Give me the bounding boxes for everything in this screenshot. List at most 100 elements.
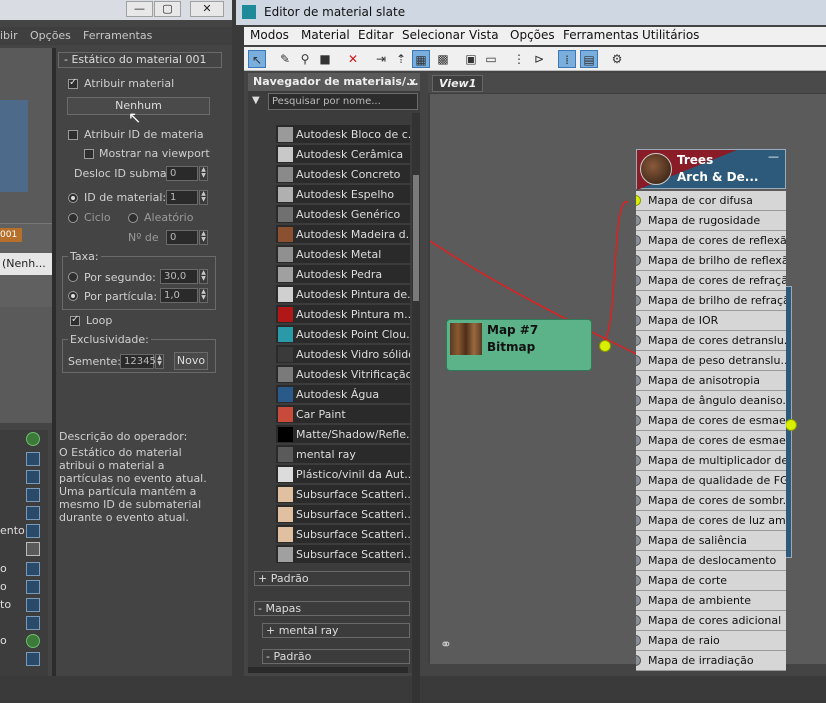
per-second-field[interactable]: 30,0	[160, 269, 198, 284]
rollout-title[interactable]: - Estático do material 001	[58, 52, 222, 68]
map-slot[interactable]: Mapa de cores de esmae...	[636, 411, 786, 431]
slot-socket[interactable]	[636, 435, 641, 446]
slot-socket[interactable]	[636, 655, 641, 666]
output-socket[interactable]	[785, 419, 797, 431]
slot-socket[interactable]	[636, 335, 641, 346]
operator-icon[interactable]	[26, 524, 40, 538]
operator-icon[interactable]	[26, 562, 40, 576]
slot-socket[interactable]	[636, 215, 641, 226]
slot-socket[interactable]	[636, 315, 641, 326]
particle-graph[interactable]: 001 (Nenh...	[0, 48, 52, 423]
binoculars-icon[interactable]: ⚭	[440, 637, 452, 653]
map-slot[interactable]: Mapa de cores de esmae...	[636, 431, 786, 451]
list-item[interactable]: Car Paint	[276, 405, 410, 424]
assign-id-checkbox[interactable]	[68, 130, 78, 140]
group-mapas[interactable]: - Mapas	[254, 601, 410, 616]
put-to-scene-icon[interactable]: ⚲	[296, 50, 314, 68]
map-slot[interactable]: Mapa de cores detranslu...	[636, 331, 786, 351]
operator-icon[interactable]	[26, 580, 40, 594]
loop-checkbox[interactable]	[70, 314, 80, 326]
operator-icon[interactable]	[26, 488, 40, 502]
minimize-button[interactable]: —	[126, 1, 153, 17]
list-item[interactable]: Autodesk Vitrificação	[276, 365, 410, 384]
per-particle-radio[interactable]	[68, 291, 78, 301]
map-slot[interactable]: Mapa de irradiação	[636, 651, 786, 671]
list-item[interactable]: Autodesk Água	[276, 385, 410, 404]
per-second-radio[interactable]	[68, 272, 78, 282]
list-item[interactable]: mental ray	[276, 445, 410, 464]
binoculars-toolbar-icon[interactable]: ⚙	[608, 50, 626, 68]
slot-socket[interactable]	[636, 275, 641, 286]
slot-socket[interactable]	[636, 375, 641, 386]
slot-socket[interactable]	[636, 195, 641, 206]
list-item[interactable]: Subsurface Scatteri...	[276, 525, 410, 544]
browser-title[interactable]: Navegador de materiais/... x	[248, 73, 420, 91]
slot-socket[interactable]	[636, 475, 641, 486]
seed-field[interactable]: 12345	[120, 354, 156, 369]
menu-opcoes[interactable]: Opções	[510, 28, 555, 42]
operator-icon[interactable]	[26, 634, 40, 648]
list-item[interactable]: Autodesk Pedra	[276, 265, 410, 284]
list-item[interactable]: Subsurface Scatteri...	[276, 545, 410, 564]
map-slot[interactable]: Mapa de anisotropia	[636, 371, 786, 391]
checker-background-icon[interactable]: ▦	[412, 50, 430, 68]
menu-ferramentas[interactable]: Ferramentas	[563, 28, 639, 42]
menu-ferramentas[interactable]: Ferramentas	[83, 29, 152, 42]
map-slot[interactable]: Mapa de rugosidade	[636, 211, 786, 231]
node-canvas[interactable]: Map #7 Bitmap Trees Arch & De... — Mapa …	[430, 94, 826, 671]
operator-icon[interactable]	[26, 506, 40, 520]
map-slot[interactable]: Mapa de qualidade de FG	[636, 471, 786, 491]
map-slot[interactable]: Mapa de corte	[636, 571, 786, 591]
menu-modos[interactable]: Modos	[250, 28, 289, 42]
material-map-navigator-icon[interactable]: ▤	[580, 50, 598, 68]
map-slot[interactable]: Mapa de multiplicador de...	[636, 451, 786, 471]
assign-icon[interactable]: ■	[316, 50, 334, 68]
list-item[interactable]: Autodesk Point Clou...	[276, 325, 410, 344]
map-slot[interactable]: Mapa de cores de refração	[636, 271, 786, 291]
search-options-icon[interactable]: ▼	[252, 95, 260, 106]
map-slot[interactable]: Mapa de peso detranslu...	[636, 351, 786, 371]
slot-socket[interactable]	[636, 595, 641, 606]
collapse-icon[interactable]: —	[768, 150, 779, 163]
slot-socket[interactable]	[636, 295, 641, 306]
browser-scrollbar[interactable]	[412, 113, 420, 703]
group-padrao[interactable]: + Padrão	[254, 571, 410, 586]
submat-offset-field[interactable]: 0	[166, 166, 198, 181]
bitmap-node[interactable]: Map #7 Bitmap	[446, 319, 611, 371]
map-slot[interactable]: Mapa de cores adicional	[636, 611, 786, 631]
menu-opcoes[interactable]: Opções	[30, 29, 71, 42]
map-slot[interactable]: Mapa de cores de luz am...	[636, 511, 786, 531]
background-icon[interactable]: ▩	[434, 50, 452, 68]
list-item[interactable]: Autodesk Pintura de...	[276, 285, 410, 304]
map-slot[interactable]: Mapa de cor difusa	[636, 191, 786, 211]
layout-icon[interactable]: ▭	[482, 50, 500, 68]
menu-selecionar[interactable]: Selecionar	[402, 28, 465, 42]
operator-icon[interactable]	[26, 652, 40, 666]
material-node-trees[interactable]: Trees Arch & De... — Mapa de cor difusa M…	[636, 149, 786, 671]
assign-material-checkbox[interactable]	[68, 77, 78, 89]
map-slot[interactable]: Mapa de raio	[636, 631, 786, 651]
list-item[interactable]: Autodesk Vidro sólido	[276, 345, 410, 364]
material-id-spinner[interactable]: ▲ ▼	[199, 190, 208, 205]
slot-socket[interactable]	[636, 495, 641, 506]
map-slot[interactable]: Mapa de brilho de refração	[636, 291, 786, 311]
list-item[interactable]: Autodesk Cerâmica	[276, 145, 410, 164]
seed-spinner[interactable]: ▲ ▼	[155, 354, 164, 369]
show-viewport-checkbox[interactable]	[84, 149, 94, 159]
browser-close-button[interactable]: x	[409, 73, 416, 90]
menu-editar[interactable]: Editar	[358, 28, 394, 42]
list-item[interactable]: Autodesk Pintura m...	[276, 305, 410, 324]
per-particle-spinner[interactable]: ▲ ▼	[199, 288, 208, 303]
map-slot[interactable]: Mapa de cores de sombr...	[636, 491, 786, 511]
slot-socket[interactable]	[636, 615, 641, 626]
slot-socket[interactable]	[636, 355, 641, 366]
operator-icon[interactable]	[26, 452, 40, 466]
node-layout-icon[interactable]: ⊳	[530, 50, 548, 68]
slot-socket[interactable]	[636, 415, 641, 426]
group-mentalray[interactable]: + mental ray	[262, 623, 410, 638]
slot-socket[interactable]	[636, 255, 641, 266]
menu-utilitarios[interactable]: Utilitários	[642, 28, 699, 42]
map-slot[interactable]: Mapa de deslocamento	[636, 551, 786, 571]
per-particle-field[interactable]: 1,0	[160, 288, 198, 303]
maximize-button[interactable]: ▢	[154, 1, 181, 17]
